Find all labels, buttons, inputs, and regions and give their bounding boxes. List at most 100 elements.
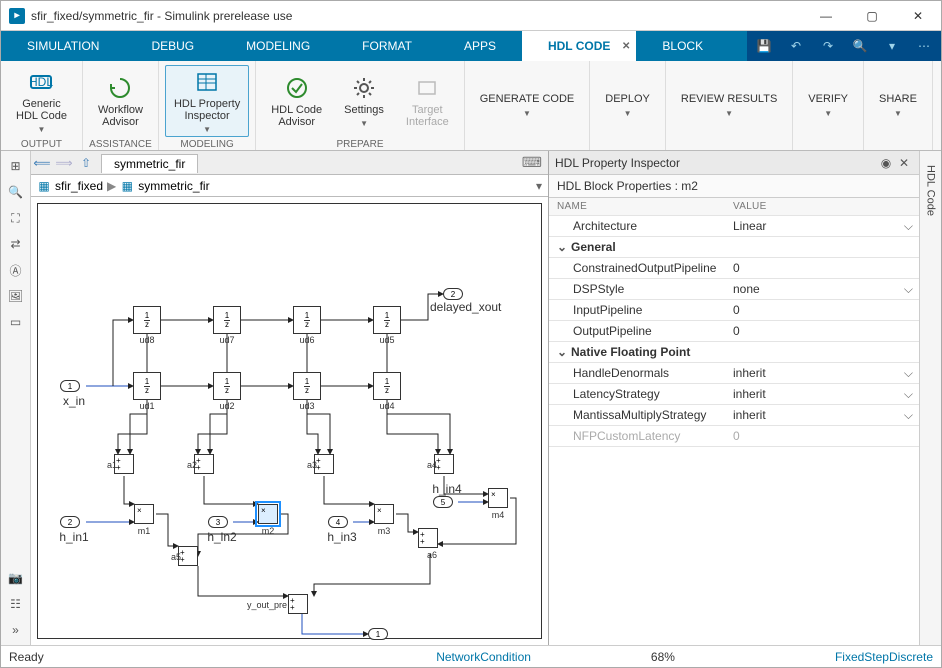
hdl-code-tab[interactable]: HDL Code <box>923 157 939 224</box>
minimize-button[interactable]: ― <box>803 1 849 31</box>
prop-value[interactable]: inherit <box>727 363 919 383</box>
block-ud4[interactable]: 1z <box>373 372 401 400</box>
inport-h-in1[interactable]: 2 <box>60 516 80 528</box>
close-inspector-icon[interactable]: ✕ <box>895 156 913 170</box>
tab-close-icon[interactable]: ✕ <box>622 41 630 52</box>
inport-h-in3[interactable]: 4 <box>328 516 348 528</box>
tab-simulation[interactable]: SIMULATION <box>1 31 125 61</box>
port-label: y_out <box>365 642 394 645</box>
editor: ⟸ ⟹ ⇧ symmetric_fir ⌨ ▦ sfir_fixed ▶ ▦ s… <box>31 151 549 645</box>
tab-modeling[interactable]: MODELING <box>220 31 336 61</box>
image-icon[interactable]: 🖼 <box>7 287 25 305</box>
sample-time-icon[interactable]: ⇄ <box>7 235 25 253</box>
ribbon-group-label: PREPARE <box>256 137 464 152</box>
crumb-root[interactable]: sfir_fixed <box>55 179 103 193</box>
prop-architecture-value[interactable]: Linear <box>727 216 919 236</box>
undo-icon[interactable]: ↶ <box>785 39 807 53</box>
block-m3[interactable] <box>374 504 394 524</box>
prop-value[interactable]: inherit <box>727 384 919 404</box>
app-icon: ▸ <box>9 8 25 24</box>
block-ud6[interactable]: 1z <box>293 306 321 334</box>
prop-value[interactable]: 0 <box>727 258 919 278</box>
nav-forward-button[interactable]: ⟹ <box>53 151 75 175</box>
block-ud2[interactable]: 1z <box>213 372 241 400</box>
inspector-title: HDL Property Inspector <box>555 156 877 170</box>
hdl-property-inspector-button[interactable]: HDL Property Inspector▼ <box>165 65 249 137</box>
deploy-button[interactable]: DEPLOY▼ <box>596 70 659 142</box>
save-icon[interactable]: 💾 <box>753 39 775 53</box>
status-solver[interactable]: FixedStepDiscrete <box>835 650 933 664</box>
redo-icon[interactable]: ↷ <box>817 39 839 53</box>
nav-back-button[interactable]: ⟸ <box>31 151 53 175</box>
settings-button[interactable]: Settings▼ <box>335 65 393 137</box>
block-ud1[interactable]: 1z <box>133 372 161 400</box>
outport-y-out[interactable]: 1 <box>368 628 388 640</box>
inport-h-in2[interactable]: 3 <box>208 516 228 528</box>
ribbon-group-label: MODELING <box>159 137 255 152</box>
status-network[interactable]: NetworkCondition <box>436 650 531 664</box>
generate-code-button[interactable]: GENERATE CODE▼ <box>471 70 584 142</box>
zoom-icon[interactable]: 🔍 <box>7 183 25 201</box>
tab-block[interactable]: BLOCK <box>636 31 729 61</box>
status-zoom[interactable]: 68% <box>651 650 675 664</box>
category-nfp[interactable]: ⌄Native Floating Point <box>549 342 727 362</box>
port-label: h_in1 <box>59 530 88 544</box>
generic-hdl-code-button[interactable]: HDL Generic HDL Code▼ <box>7 65 76 137</box>
keyboard-icon[interactable]: ⌨ <box>522 154 542 171</box>
outport-delayed-xout[interactable]: 2 <box>443 288 463 300</box>
block-label: ud5 <box>367 335 407 345</box>
tab-debug[interactable]: DEBUG <box>125 31 220 61</box>
block-a6[interactable] <box>418 528 438 548</box>
block-label: a5 <box>156 552 196 562</box>
port-label: h_in4 <box>432 482 461 496</box>
block-label: a4 <box>412 460 452 470</box>
ribbon-group-verify: VERIFY▼ <box>793 61 864 150</box>
browser-icon[interactable]: ⊞ <box>7 157 25 175</box>
block-m2[interactable] <box>258 504 278 524</box>
annotation-icon[interactable]: Ⓐ <box>7 261 25 279</box>
port-label: h_in2 <box>207 530 236 544</box>
canvas[interactable]: 1 x_in 2 h_in1 3 h_in2 4 h_in3 5 h_in4 2… <box>31 197 548 645</box>
inport-x-in[interactable]: 1 <box>60 380 80 392</box>
tab-hdl-code[interactable]: HDL CODE✕ <box>522 31 636 61</box>
block-label: a6 <box>412 550 452 560</box>
block-ud3[interactable]: 1z <box>293 372 321 400</box>
block-m4[interactable] <box>488 488 508 508</box>
prop-value[interactable]: inherit <box>727 405 919 425</box>
prop-value[interactable]: 0 <box>727 300 919 320</box>
maximize-button[interactable]: ▢ <box>849 1 895 31</box>
tab-apps[interactable]: APPS <box>438 31 522 61</box>
area-icon[interactable]: ▭ <box>7 313 25 331</box>
category-general[interactable]: ⌄General <box>549 237 727 257</box>
undock-icon[interactable]: ◉ <box>877 156 895 170</box>
model-data-icon[interactable]: ☷ <box>7 595 25 613</box>
window-controls: ― ▢ ✕ <box>803 1 941 31</box>
block-ud8[interactable]: 1z <box>133 306 161 334</box>
ribbon-group-assistance: Workflow Advisor ASSISTANCE <box>83 61 159 150</box>
share-button[interactable]: SHARE▼ <box>870 70 926 142</box>
nav-up-button[interactable]: ⇧ <box>75 151 97 175</box>
port-label: delayed_xout <box>430 300 501 314</box>
prop-value[interactable]: 0 <box>727 321 919 341</box>
workflow-advisor-button[interactable]: Workflow Advisor <box>89 65 152 137</box>
more-icon[interactable]: ⋯ <box>913 39 935 53</box>
editor-tab[interactable]: symmetric_fir <box>101 154 198 173</box>
screenshot-icon[interactable]: 📷 <box>7 569 25 587</box>
inport-h-in4[interactable]: 5 <box>433 496 453 508</box>
review-results-button[interactable]: REVIEW RESULTS▼ <box>672 70 786 142</box>
search-icon[interactable]: 🔍 <box>849 39 871 53</box>
block-ud5[interactable]: 1z <box>373 306 401 334</box>
block-m1[interactable] <box>134 504 154 524</box>
prop-value[interactable]: none <box>727 279 919 299</box>
tab-format[interactable]: FORMAT <box>336 31 438 61</box>
crumb-dropdown-icon[interactable]: ▾ <box>536 179 542 193</box>
hdl-code-advisor-button[interactable]: HDL Code Advisor <box>262 65 331 137</box>
block-ud7[interactable]: 1z <box>213 306 241 334</box>
crumb-leaf[interactable]: symmetric_fir <box>138 179 209 193</box>
close-button[interactable]: ✕ <box>895 1 941 31</box>
search-dropdown-icon[interactable]: ▾ <box>881 39 903 53</box>
ribbon-group-label: ASSISTANCE <box>83 137 158 152</box>
verify-button[interactable]: VERIFY▼ <box>799 70 857 142</box>
fit-icon[interactable]: ⛶ <box>7 209 25 227</box>
expand-icon[interactable]: » <box>7 621 25 639</box>
